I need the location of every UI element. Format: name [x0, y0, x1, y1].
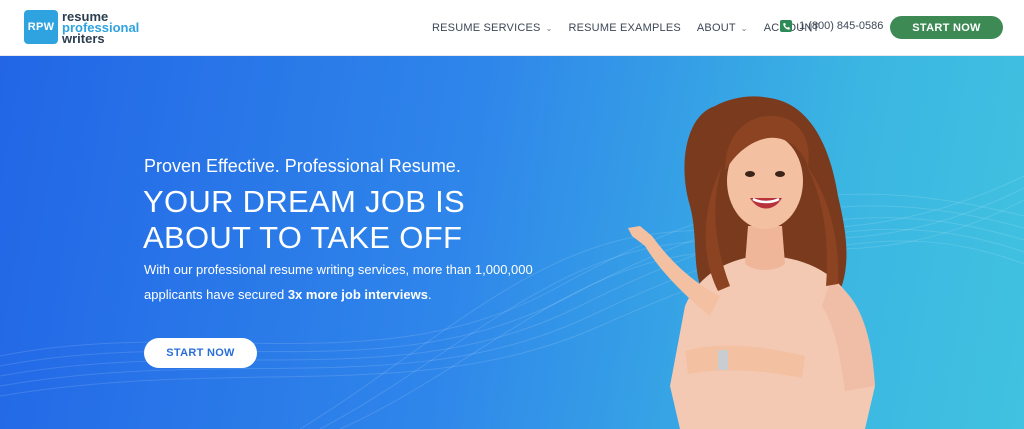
nav-label: RESUME EXAMPLES	[568, 22, 681, 34]
nav-label: ABOUT	[696, 22, 736, 34]
nav-label: RESUME SERVICES	[432, 22, 541, 34]
nav-about[interactable]: ABOUT ⌄	[697, 22, 748, 34]
phone-link[interactable]: 1 (800) 845-0586	[780, 20, 883, 32]
phone-icon	[780, 20, 792, 32]
chevron-down-icon: ⌄	[545, 23, 553, 33]
hero-headline: YOUR DREAM JOB IS ABOUT TO TAKE OFF	[143, 184, 465, 256]
site-logo[interactable]: RPW resume professional writers	[24, 10, 139, 45]
site-header: RPW resume professional writers RESUME S…	[0, 0, 1024, 56]
headline-line-2: ABOUT TO TAKE OFF	[143, 220, 463, 255]
headline-line-1: YOUR DREAM JOB IS	[143, 184, 466, 219]
phone-number: 1 (800) 845-0586	[799, 20, 884, 32]
logo-badge: RPW	[24, 10, 58, 44]
header-start-now-button[interactable]: START NOW	[890, 16, 1003, 39]
hero-description: With our professional resume writing ser…	[144, 257, 544, 307]
nav-resume-examples[interactable]: RESUME EXAMPLES	[568, 22, 680, 34]
smiling-woman-illustration	[628, 96, 875, 429]
desc-highlight: 3x more job interviews	[287, 287, 428, 302]
logo-wordmark: resume professional writers	[62, 10, 139, 45]
chevron-down-icon: ⌄	[740, 23, 748, 33]
hero-tagline: Proven Effective. Professional Resume.	[144, 156, 461, 176]
nav-resume-services[interactable]: RESUME SERVICES ⌄	[432, 22, 552, 34]
hero-section: Proven Effective. Professional Resume. Y…	[0, 56, 1024, 429]
hero-start-now-button[interactable]: START NOW	[144, 338, 257, 368]
main-nav: RESUME SERVICES ⌄ RESUME EXAMPLES ABOUT …	[432, 0, 836, 56]
desc-end: .	[427, 287, 432, 302]
